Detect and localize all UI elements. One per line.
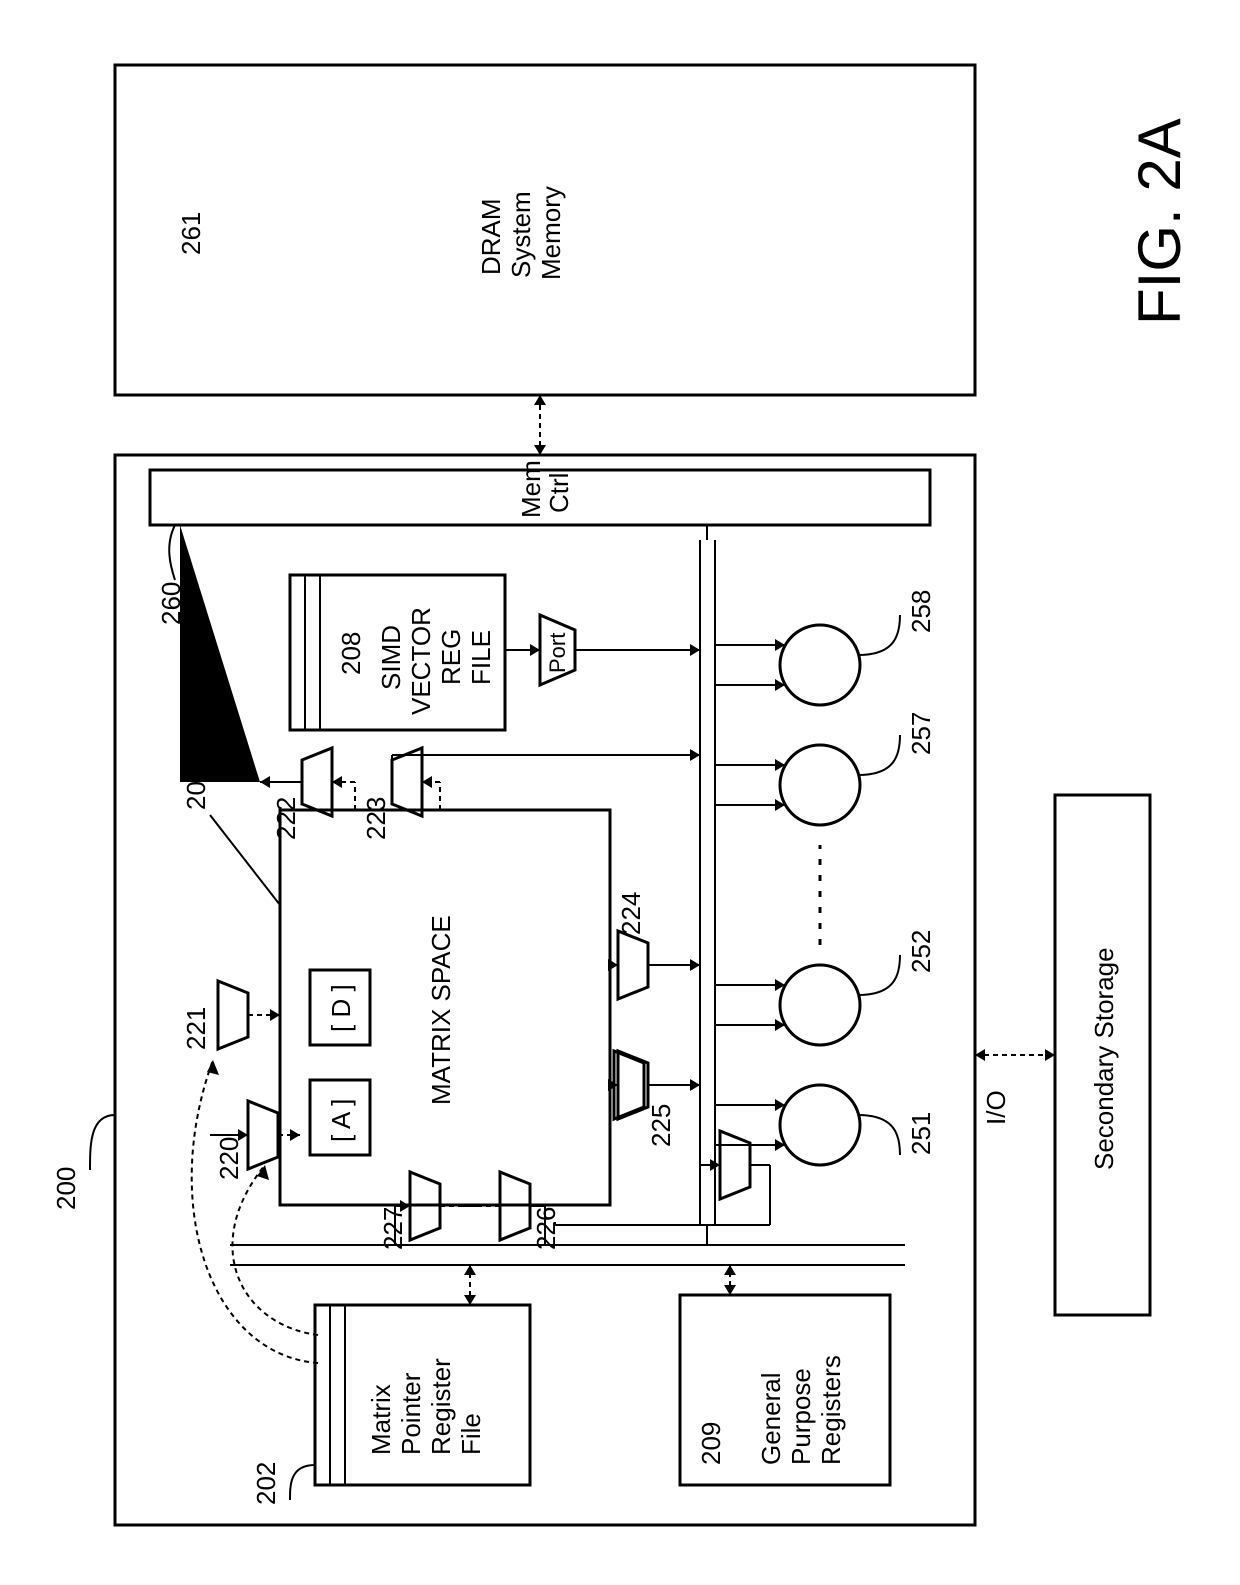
io-label: I/O: [981, 1090, 1011, 1125]
alu-row: [780, 625, 860, 1165]
memctrl-line2: Ctrl: [544, 473, 574, 513]
alu-257: [780, 745, 860, 825]
dashed-arc-to-220-head: [257, 1165, 269, 1180]
port-223: [392, 748, 440, 816]
feedback-path: [555, 1165, 770, 1225]
alu-251: [780, 1085, 860, 1165]
arrow-proc-to-dram: [534, 395, 546, 455]
memctrl-line1: Mem: [516, 460, 546, 518]
ref-alu252: 252: [906, 930, 936, 973]
leader-200: [90, 1115, 115, 1170]
alu-leaders: 251 252 257 258: [858, 590, 936, 1155]
matrix-d-label: [ D ]: [326, 984, 356, 1032]
io-connector: I/O: [975, 1049, 1055, 1125]
mux-left-below: [700, 1131, 750, 1199]
ref-port222: 222: [271, 797, 301, 840]
arrow-gpr-to-bus: [724, 1265, 736, 1295]
matrix-space-block: 201 [ A ] [ D ] MATRIX SPACE: [181, 767, 610, 1205]
simd-line1: SIMD: [376, 625, 406, 690]
port-224: [608, 931, 648, 999]
alu-252: [780, 965, 860, 1045]
simd-regfile-block: 208 SIMD VECTOR REG FILE: [290, 575, 505, 730]
ref-port225: 225: [646, 1104, 676, 1147]
ref-alu258: 258: [906, 590, 936, 633]
matrix-ptr-regfile-line2: Pointer: [396, 1372, 426, 1455]
dram-line2: System: [506, 191, 536, 278]
ref-port227: 227: [378, 1207, 408, 1250]
matrix-ptr-regfile-line1: Matrix: [366, 1384, 396, 1455]
matrix-space-label: MATRIX SPACE: [426, 915, 456, 1105]
matrix-ptr-regfile-line3: Register: [426, 1358, 456, 1455]
matrix-a-label: [ A ]: [326, 1099, 356, 1142]
secondary-storage-label: Secondary Storage: [1089, 947, 1119, 1170]
secondary-storage-block: Secondary Storage: [1055, 795, 1150, 1315]
ref-processor: 200: [51, 1167, 81, 1210]
simd-line4: FILE: [466, 630, 496, 685]
ref-matrix-ptr-regfile: 202: [251, 1462, 281, 1505]
alu-258: [780, 625, 860, 705]
gpr-line1: General: [756, 1373, 786, 1466]
ref-port226: 226: [531, 1207, 561, 1250]
gpr-line2: Purpose: [786, 1368, 816, 1465]
simd-port: Port: [505, 615, 575, 685]
ref-port224: 224: [616, 892, 646, 935]
ref-port221: 221: [181, 1007, 211, 1050]
ref-port220: 220: [214, 1137, 244, 1180]
ref-port223: 223: [361, 797, 391, 840]
dashed-arc-to-221: [192, 1060, 318, 1363]
mem-ctrl-block: Mem Ctrl: [150, 460, 930, 525]
ref-dram: 261: [176, 212, 206, 255]
architecture-diagram: 200 Matrix Pointer Register File 202 209…: [0, 0, 1240, 1585]
simd-line3: REG: [436, 629, 466, 685]
hbus-to-alus: [715, 639, 785, 1151]
arrow-mprf-to-bus: [464, 1265, 476, 1305]
leader-202: [290, 1465, 315, 1500]
leader-260: [169, 525, 175, 580]
gpr-block: 209 General Purpose Registers: [680, 1295, 890, 1485]
port-221: [218, 981, 280, 1049]
dashed-arc-to-220: [232, 1165, 318, 1335]
dram-line1: DRAM: [476, 198, 506, 275]
simd-line2: VECTOR: [406, 607, 436, 715]
dram-line3: Memory: [536, 186, 566, 280]
simd-port-label: Port: [545, 633, 570, 673]
ref-alu251: 251: [906, 1112, 936, 1155]
ref-alu257: 257: [906, 712, 936, 755]
ref-memctrl: 260: [156, 582, 186, 625]
matrix-pointer-regfile-block: Matrix Pointer Register File: [315, 1305, 530, 1485]
ref-simd-regfile: 208: [336, 632, 366, 675]
ref-gpr: 209: [696, 1422, 726, 1465]
matrix-ptr-regfile-line4: File: [456, 1413, 486, 1455]
dram-block: 261 DRAM System Memory: [115, 65, 975, 395]
figure-label: FIG. 2A: [1126, 118, 1193, 325]
gpr-line3: Registers: [816, 1355, 846, 1465]
